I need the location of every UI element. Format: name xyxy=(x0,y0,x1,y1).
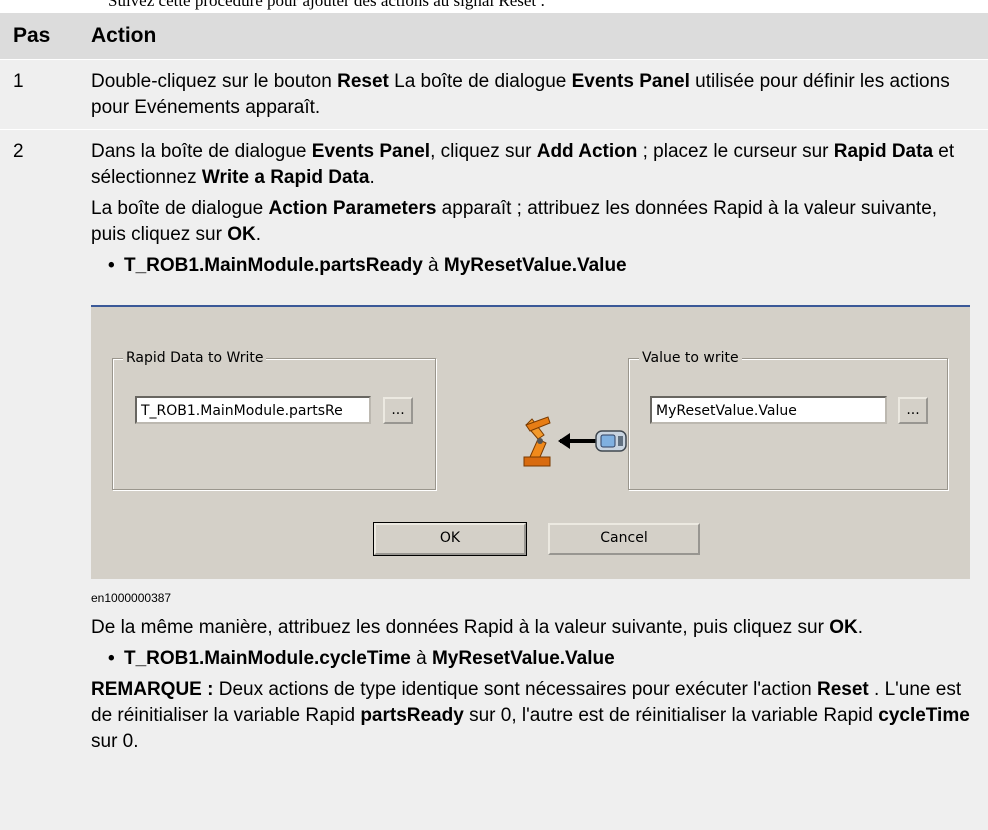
bullet-icon: • xyxy=(108,648,115,669)
step-action: Double-cliquez sur le bouton Reset La bo… xyxy=(91,60,988,132)
text: De la même manière, attribuez les donnée… xyxy=(91,617,830,638)
text: Dans la boîte de dialogue xyxy=(91,141,312,162)
text: à xyxy=(410,648,432,669)
bold-text: Add Action xyxy=(536,141,638,162)
text: sur 0. xyxy=(91,731,139,752)
table-row: 1 Double-cliquez sur le bouton Reset La … xyxy=(0,59,988,129)
rapid-data-group: Rapid Data to Write T_ROB1.MainModule.pa… xyxy=(112,349,436,490)
step-number: 1 xyxy=(13,71,24,92)
rapid-data-browse-button[interactable]: ... xyxy=(383,397,413,424)
procedure-table: Pas Action 1 Double-cliquez sur le bouto… xyxy=(0,13,988,830)
bold-text: cycleTime xyxy=(878,705,970,726)
bold-text: T_ROB1.MainModule.cycleTime xyxy=(124,648,411,669)
bold-text: OK xyxy=(829,617,858,638)
header-action: Action xyxy=(91,24,157,47)
data-device-icon xyxy=(595,430,627,452)
note-label: REMARQUE : xyxy=(91,679,214,700)
bold-text: Rapid Data xyxy=(833,141,934,162)
bold-text: T_ROB1.MainModule.partsReady xyxy=(124,255,423,276)
rapid-data-group-label: Rapid Data to Write xyxy=(123,349,267,367)
step-action: Dans la boîte de dialogue Events Panel, … xyxy=(91,130,988,766)
text: . xyxy=(369,167,375,188)
value-group-label: Value to write xyxy=(639,349,742,367)
text: Double-cliquez sur le bouton xyxy=(91,71,338,92)
bold-text: Events Panel xyxy=(571,71,690,92)
text: . xyxy=(857,617,863,638)
value-field[interactable]: MyResetValue.Value xyxy=(650,396,887,424)
bold-text: Reset xyxy=(817,679,869,700)
text: . xyxy=(255,224,262,245)
text: , cliquez sur xyxy=(430,141,537,162)
text: sur 0, l'autre est de réinitialiser la v… xyxy=(463,705,879,726)
text: La boîte de dialogue xyxy=(388,71,572,92)
bullet-item: • T_ROB1.MainModule.cycleTime à MyResetV… xyxy=(91,646,974,672)
text: à xyxy=(422,255,444,276)
bold-text: Reset xyxy=(337,71,389,92)
bullet-item: • T_ROB1.MainModule.partsReady à MyReset… xyxy=(91,253,974,279)
bullet-icon: • xyxy=(108,255,115,276)
action-parameters-dialog: Rapid Data to Write T_ROB1.MainModule.pa… xyxy=(91,305,970,579)
robot-arm-icon xyxy=(523,416,551,467)
step-number: 2 xyxy=(13,141,24,162)
figure-caption: en1000000387 xyxy=(91,591,172,605)
bold-text: MyResetValue.Value xyxy=(431,648,615,669)
rapid-data-field[interactable]: T_ROB1.MainModule.partsRe xyxy=(135,396,371,424)
value-browse-button[interactable]: ... xyxy=(898,397,928,424)
bold-text: MyResetValue.Value xyxy=(443,255,627,276)
text: ; placez le curseur sur xyxy=(637,141,834,162)
arrow-left-icon xyxy=(558,433,596,449)
text: Deux actions de type identique sont néce… xyxy=(213,679,817,700)
ok-button[interactable]: OK xyxy=(373,522,527,556)
header-step: Pas xyxy=(13,24,51,47)
preceding-text: Suivez cette procédure pour ajouter des … xyxy=(108,0,546,10)
table-header: Pas Action xyxy=(0,13,988,59)
text: La boîte de dialogue xyxy=(91,198,269,219)
robot-write-icon xyxy=(523,416,627,467)
bold-text: partsReady xyxy=(360,705,464,726)
value-group: Value to write MyResetValue.Value ... xyxy=(628,349,948,490)
bold-text: Events Panel xyxy=(311,141,431,162)
table-row: 2 Dans la boîte de dialogue Events Panel… xyxy=(0,129,988,830)
note: REMARQUE : Deux actions de type identiqu… xyxy=(91,677,974,755)
bold-text: Action Parameters xyxy=(268,198,437,219)
bold-text: Write a Rapid Data xyxy=(201,167,370,188)
bold-text: OK xyxy=(227,224,256,245)
cancel-button[interactable]: Cancel xyxy=(548,523,700,555)
